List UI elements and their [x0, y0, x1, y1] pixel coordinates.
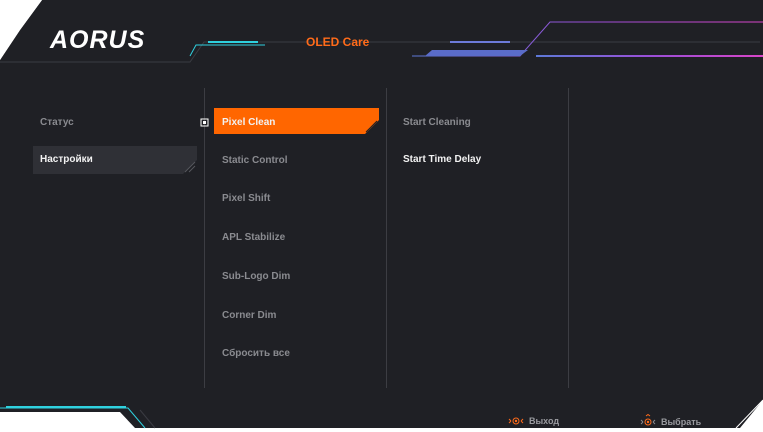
menu-item-status[interactable]: Статус: [40, 117, 74, 128]
option-start-cleaning[interactable]: Start Cleaning: [403, 117, 471, 128]
menu-item-sub-logo-dim[interactable]: Sub-Logo Dim: [222, 271, 290, 282]
column-divider: [568, 88, 569, 388]
select-label: Выбрать: [661, 417, 702, 427]
exit-hint[interactable]: Выход: [508, 414, 559, 428]
joystick-icon: [508, 417, 524, 425]
menu-item-corner-dim[interactable]: Corner Dim: [222, 310, 276, 321]
menu-item-static-control[interactable]: Static Control: [222, 155, 288, 166]
menu-item-pixel-shift[interactable]: Pixel Shift: [222, 193, 270, 204]
option-start-time-delay[interactable]: Start Time Delay: [403, 154, 481, 165]
osd-background: [0, 0, 763, 429]
brand-logo: AORUS: [50, 26, 145, 55]
osd-window: AORUS OLED Care Статус Настройки Pixel C…: [0, 0, 763, 432]
column-divider: [204, 88, 205, 388]
menu-item-pixel-clean[interactable]: Pixel Clean: [222, 117, 275, 128]
menu-item-apl-stabilize[interactable]: APL Stabilize: [222, 232, 285, 243]
joystick-press-icon: [640, 414, 656, 426]
menu-item-reset-all[interactable]: Сбросить все: [222, 348, 290, 359]
menu-item-settings[interactable]: Настройки: [40, 154, 93, 165]
page-title: OLED Care: [306, 35, 370, 49]
exit-label: Выход: [529, 416, 560, 426]
checkbox-marker-icon: [200, 118, 209, 127]
brand-text: AORUS: [50, 26, 146, 54]
column-divider: [386, 88, 387, 388]
select-hint[interactable]: Выбрать: [640, 414, 701, 430]
